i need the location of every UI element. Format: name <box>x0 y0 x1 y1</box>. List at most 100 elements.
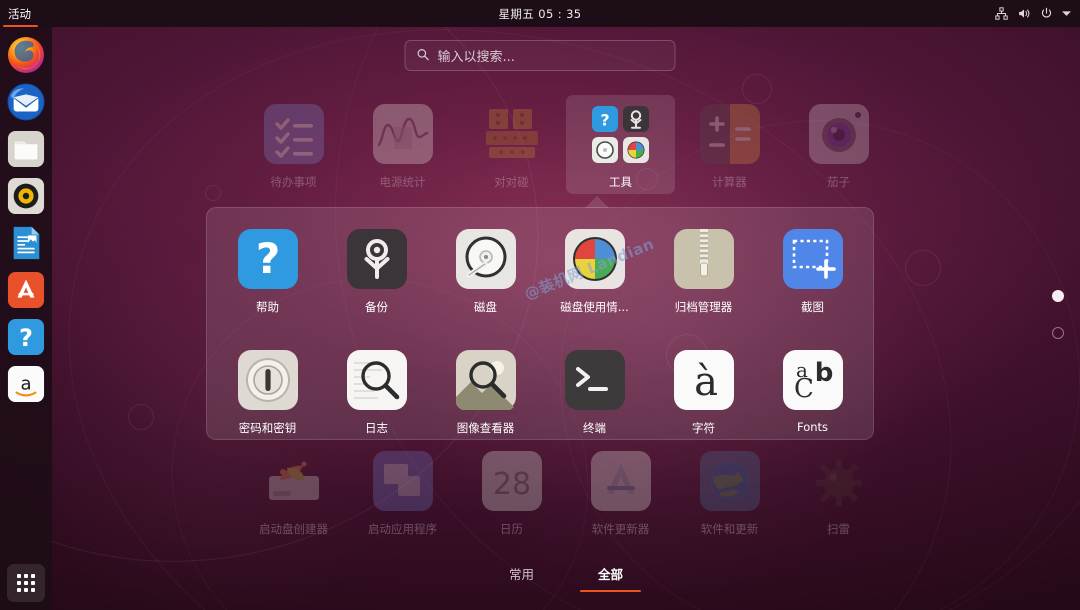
dock-item-firefox[interactable] <box>7 36 45 74</box>
terminal-icon <box>564 349 626 411</box>
dock-item-help[interactable]: ? <box>7 318 45 356</box>
screenshot-icon <box>782 228 844 290</box>
app-cheese[interactable]: 茄子 <box>784 95 893 194</box>
folder-mini-backups-icon <box>623 105 649 132</box>
app-help[interactable]: ? 帮助 <box>213 220 322 319</box>
svg-text:a: a <box>20 374 31 395</box>
apps-grid-icon <box>17 574 35 592</box>
folder-popup-utilities: ? 帮助 备份 磁盘 磁盘使用情... 归档管理器 截图 密码和密钥 日志 图像… <box>206 207 874 440</box>
tab-frequent[interactable]: 常用 <box>503 561 540 592</box>
todo-icon <box>263 103 325 165</box>
software-updater-icon <box>590 450 652 512</box>
page-dot-2[interactable] <box>1052 327 1064 339</box>
view-selector: 常用 全部 <box>52 561 1080 592</box>
svg-text:b: b <box>814 358 833 388</box>
archive-manager-icon <box>673 228 735 290</box>
dock-item-files[interactable] <box>7 130 45 168</box>
clock-label: 星期五 05 : 35 <box>498 6 582 21</box>
tab-label: 全部 <box>598 567 624 582</box>
tab-all[interactable]: 全部 <box>579 561 642 592</box>
dock-item-libreoffice-writer[interactable] <box>7 224 45 262</box>
startup-applications-icon <box>372 450 434 512</box>
app-software-and-updates[interactable]: 软件和更新 <box>675 442 784 541</box>
chevron-down-icon[interactable] <box>1062 10 1071 17</box>
activities-label: 活动 <box>8 6 31 21</box>
folder-mini-disks-icon <box>592 136 618 163</box>
show-applications-button[interactable] <box>7 564 45 602</box>
app-startup-applications[interactable]: 启动应用程序 <box>348 442 457 541</box>
app-screenshot[interactable]: 截图 <box>758 220 867 319</box>
passwords-and-keys-icon <box>237 349 299 411</box>
app-software-updater[interactable]: 软件更新器 <box>566 442 675 541</box>
app-label: 软件更新器 <box>591 522 650 536</box>
search-placeholder: 输入以搜索... <box>437 50 515 65</box>
page-dot-1[interactable] <box>1052 290 1064 302</box>
volume-icon[interactable] <box>1017 7 1031 20</box>
software-and-updates-icon <box>699 450 761 512</box>
startup-disk-creator-icon <box>263 450 325 512</box>
app-label: 磁盘 <box>474 300 497 314</box>
activities-button[interactable]: 活动 <box>0 0 41 27</box>
app-folder-utilities[interactable]: ? 工具 <box>566 95 675 194</box>
svg-text:C: C <box>794 374 814 404</box>
app-label: 电源统计 <box>379 175 426 189</box>
app-startup-disk-creator[interactable]: 启动盘创建器 <box>239 442 348 541</box>
fonts-icon: a b C <box>782 349 844 411</box>
app-label: Fonts <box>796 420 829 434</box>
app-label: 终端 <box>583 421 606 435</box>
app-label: 待办事项 <box>270 175 317 189</box>
folder-row-1: ? 帮助 备份 磁盘 磁盘使用情... 归档管理器 截图 <box>207 208 873 319</box>
dock-item-amazon[interactable]: a <box>7 365 45 403</box>
app-todo[interactable]: 待办事项 <box>239 95 348 194</box>
search-input[interactable]: 输入以搜索... <box>404 40 676 71</box>
characters-icon: à <box>673 349 735 411</box>
app-calendar[interactable]: 28 日历 <box>457 442 566 541</box>
calendar-icon: 28 <box>481 450 543 512</box>
app-terminal[interactable]: 终端 <box>540 341 649 440</box>
app-mines[interactable]: 扫雷 <box>784 442 893 541</box>
disks-icon <box>455 228 517 290</box>
top-bar: 活动 星期五 05 : 35 <box>0 0 1080 27</box>
svg-text:?: ? <box>600 110 609 129</box>
tab-label: 常用 <box>508 567 534 582</box>
power-icon[interactable] <box>1040 7 1053 20</box>
app-calculator[interactable]: 计算器 <box>675 95 784 194</box>
svg-text:?: ? <box>19 324 33 352</box>
mines-icon <box>808 450 870 512</box>
app-grid-row-bottom: 启动盘创建器 启动应用程序 28 日历 软件更新器 软件和更新 扫雷 <box>52 442 1080 541</box>
dock-item-ubuntu-software[interactable] <box>7 271 45 309</box>
folder-row-2: 密码和密钥 日志 图像查看器 终端 à 字符 a b C Fonts <box>207 319 873 440</box>
status-menu[interactable] <box>995 7 1080 20</box>
app-label: 帮助 <box>256 300 279 314</box>
app-label: 密码和密钥 <box>238 421 297 435</box>
app-grid-row-top: 待办事项 电源统计 对对碰 ? 工具 计算器 茄子 <box>52 95 1080 194</box>
app-disks[interactable]: 磁盘 <box>431 220 540 319</box>
app-swell-foop[interactable]: 对对碰 <box>457 95 566 194</box>
app-label: 启动应用程序 <box>368 522 437 536</box>
app-label: 日志 <box>365 421 388 435</box>
folder-mini-help-icon: ? <box>592 105 618 132</box>
app-backups[interactable]: 备份 <box>322 220 431 319</box>
app-logs[interactable]: 日志 <box>322 341 431 440</box>
app-characters[interactable]: à 字符 <box>649 341 758 440</box>
app-label: 归档管理器 <box>674 300 733 314</box>
image-viewer-icon <box>455 349 517 411</box>
logs-icon <box>346 349 408 411</box>
app-fonts[interactable]: a b C Fonts <box>758 341 867 440</box>
app-power-statistics[interactable]: 电源统计 <box>348 95 457 194</box>
app-passwords-and-keys[interactable]: 密码和密钥 <box>213 341 322 440</box>
app-label: 截图 <box>801 300 824 314</box>
app-label: 软件和更新 <box>700 522 759 536</box>
svg-text:à: à <box>694 359 718 405</box>
help-icon: ? <box>237 228 299 290</box>
network-wired-icon[interactable] <box>995 7 1008 20</box>
dock-item-rhythmbox[interactable] <box>7 177 45 215</box>
cheese-icon <box>808 103 870 165</box>
app-archive-manager[interactable]: 归档管理器 <box>649 220 758 319</box>
app-label: 日历 <box>500 522 523 536</box>
app-image-viewer[interactable]: 图像查看器 <box>431 341 540 440</box>
dock-item-thunderbird[interactable] <box>7 83 45 121</box>
app-label: 扫雷 <box>827 522 850 536</box>
app-disk-usage-analyzer[interactable]: 磁盘使用情... <box>540 220 649 319</box>
clock-button[interactable]: 星期五 05 : 35 <box>498 6 581 22</box>
